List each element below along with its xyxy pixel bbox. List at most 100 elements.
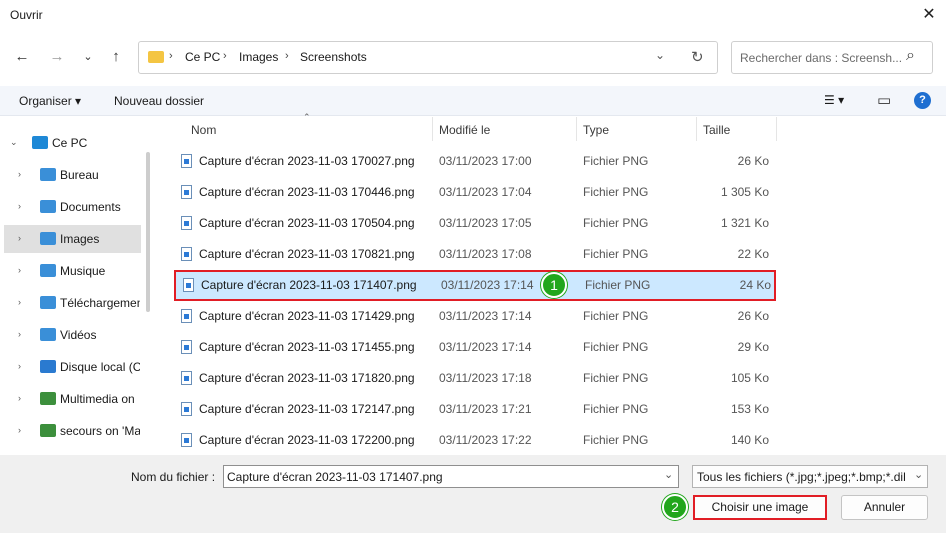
- column-divider[interactable]: [432, 117, 433, 141]
- table-row[interactable]: Capture d'écran 2023-11-03 170821.png 03/…: [174, 239, 776, 270]
- chevron-right-icon[interactable]: ›: [18, 233, 21, 243]
- address-bar[interactable]: › Ce PC › Images › Screenshots ⌄ ↻: [138, 41, 718, 74]
- chevron-right-icon[interactable]: ›: [18, 201, 21, 211]
- file-size: 26 Ko: [737, 154, 769, 168]
- chevron-down-icon[interactable]: ⌄: [10, 137, 18, 148]
- column-divider[interactable]: [776, 117, 777, 141]
- sidebar-item[interactable]: › Documents: [4, 193, 141, 221]
- table-row[interactable]: Capture d'écran 2023-11-03 171820.png 03/…: [174, 363, 776, 394]
- chevron-down-icon[interactable]: ⌄: [914, 468, 923, 481]
- annotation-badge-2: 2: [662, 494, 688, 520]
- filename-field[interactable]: Capture d'écran 2023-11-03 171407.png ⌄: [223, 465, 679, 488]
- chevron-right-icon[interactable]: ›: [18, 425, 21, 435]
- close-icon[interactable]: ✕: [918, 4, 940, 26]
- sort-ascending-icon: ⌃: [303, 112, 311, 122]
- filename-value[interactable]: Capture d'écran 2023-11-03 171407.png: [227, 470, 443, 484]
- file-size: 1 305 Ko: [720, 185, 769, 199]
- png-file-icon: [183, 278, 194, 292]
- music-folder-icon: [40, 264, 56, 277]
- title-bar: Ouvrir ✕: [0, 0, 946, 32]
- sidebar-item[interactable]: › Disque local (C:): [4, 353, 141, 381]
- file-name: Capture d'écran 2023-11-03 171820.png: [199, 371, 415, 385]
- new-folder-button[interactable]: Nouveau dossier: [114, 94, 204, 108]
- file-name: Capture d'écran 2023-11-03 171407.png: [201, 278, 417, 292]
- navigation-scrollbar[interactable]: [146, 152, 150, 312]
- file-modified: 03/11/2023 17:22: [439, 433, 532, 447]
- png-file-icon: [181, 371, 192, 385]
- documents-folder-icon: [40, 200, 56, 213]
- windows-drive-icon: [40, 360, 56, 373]
- up-arrow-icon[interactable]: ↑: [106, 47, 126, 67]
- breadcrumb-screenshots[interactable]: Screenshots: [300, 50, 367, 64]
- file-type: Fichier PNG: [583, 247, 649, 261]
- sidebar-item[interactable]: › Musique: [4, 257, 141, 285]
- sidebar-item[interactable]: › Téléchargements: [4, 289, 141, 317]
- sidebar-item-label: Téléchargements: [60, 296, 140, 310]
- navigation-pane: ⌄ Ce PC › Bureau › Documents › Images › Musique › T…: [0, 117, 141, 455]
- chevron-right-icon[interactable]: ›: [18, 297, 21, 307]
- images-folder-icon: [40, 232, 56, 245]
- table-row[interactable]: Capture d'écran 2023-11-03 170027.png 03/…: [174, 146, 776, 177]
- folder-icon: [148, 51, 164, 63]
- table-row-selected[interactable]: Capture d'écran 2023-11-03 171407.png 03/…: [174, 270, 776, 301]
- breadcrumb-ce-pc[interactable]: Ce PC: [185, 50, 220, 64]
- file-modified: 03/11/2023 17:00: [439, 154, 532, 168]
- sidebar-item[interactable]: › Vidéos: [4, 321, 141, 349]
- file-name: Capture d'écran 2023-11-03 170027.png: [199, 154, 415, 168]
- file-type-value[interactable]: Tous les fichiers (*.jpg;*.jpeg;*.bmp;*.…: [697, 470, 905, 484]
- chevron-right-icon[interactable]: ›: [18, 329, 21, 339]
- forward-arrow-icon[interactable]: →: [47, 47, 67, 67]
- table-row[interactable]: Capture d'écran 2023-11-03 171455.png 03/…: [174, 332, 776, 363]
- file-name: Capture d'écran 2023-11-03 170821.png: [199, 247, 415, 261]
- column-header-name[interactable]: Nom: [191, 123, 216, 137]
- table-row[interactable]: Capture d'écran 2023-11-03 172200.png 03/…: [174, 425, 776, 456]
- file-type: Fichier PNG: [583, 216, 649, 230]
- table-row[interactable]: Capture d'écran 2023-11-03 172147.png 03/…: [174, 394, 776, 425]
- file-size: 105 Ko: [730, 371, 769, 385]
- png-file-icon: [181, 154, 192, 168]
- chevron-right-icon[interactable]: ›: [18, 265, 21, 275]
- recent-locations-icon[interactable]: ⌄: [78, 47, 98, 67]
- sidebar-item[interactable]: › Images: [4, 225, 141, 253]
- refresh-icon[interactable]: ↻: [691, 48, 704, 66]
- open-button[interactable]: Choisir une image: [693, 495, 827, 520]
- chevron-right-icon[interactable]: ›: [18, 169, 21, 179]
- column-header-type[interactable]: Type: [583, 123, 609, 137]
- chevron-down-icon[interactable]: ⌄: [664, 468, 673, 481]
- search-box[interactable]: Rechercher dans : Screensh... ⌕: [731, 41, 933, 74]
- file-size: 24 Ko: [739, 278, 771, 292]
- column-header-modified[interactable]: Modifié le: [439, 123, 490, 137]
- png-file-icon: [181, 185, 192, 199]
- breadcrumb-images[interactable]: Images: [239, 50, 278, 64]
- file-type: Fichier PNG: [583, 371, 649, 385]
- sidebar-item[interactable]: ⌄ Ce PC: [4, 129, 141, 157]
- chevron-right-icon[interactable]: ›: [18, 361, 21, 371]
- chevron-right-icon[interactable]: ›: [18, 393, 21, 403]
- organize-button[interactable]: Organiser ▾: [19, 94, 81, 108]
- column-divider[interactable]: [576, 117, 577, 141]
- table-row[interactable]: Capture d'écran 2023-11-03 170504.png 03/…: [174, 208, 776, 239]
- back-arrow-icon[interactable]: ←: [12, 47, 32, 67]
- search-icon[interactable]: ⌕: [906, 47, 915, 65]
- file-name: Capture d'écran 2023-11-03 170504.png: [199, 216, 415, 230]
- sidebar-item-label: Images: [60, 232, 100, 246]
- toolbar: Organiser ▾ Nouveau dossier ☰ ▾ ▭ ?: [0, 86, 946, 116]
- sidebar-item[interactable]: › secours on 'Ma: [4, 417, 141, 445]
- sidebar-item-label: Bureau: [60, 168, 99, 182]
- column-header-size[interactable]: Taille: [703, 123, 730, 137]
- search-input[interactable]: Rechercher dans : Screensh...: [740, 51, 902, 65]
- file-type-filter[interactable]: Tous les fichiers (*.jpg;*.jpeg;*.bmp;*.…: [692, 465, 928, 488]
- view-options-icon[interactable]: ☰ ▾: [824, 93, 844, 107]
- cancel-button[interactable]: Annuler: [841, 495, 928, 520]
- table-row[interactable]: Capture d'écran 2023-11-03 171429.png 03/…: [174, 301, 776, 332]
- file-name: Capture d'écran 2023-11-03 170446.png: [199, 185, 415, 199]
- file-modified: 03/11/2023 17:08: [439, 247, 532, 261]
- sidebar-item[interactable]: › Bureau: [4, 161, 141, 189]
- sidebar-item[interactable]: › Multimedia on: [4, 385, 141, 413]
- sidebar-item-label: Disque local (C:): [60, 360, 140, 374]
- preview-pane-icon[interactable]: ▭: [877, 91, 891, 109]
- help-icon[interactable]: ?: [914, 92, 931, 109]
- column-divider[interactable]: [696, 117, 697, 141]
- table-row[interactable]: Capture d'écran 2023-11-03 170446.png 03/…: [174, 177, 776, 208]
- address-dropdown-icon[interactable]: ⌄: [655, 48, 665, 62]
